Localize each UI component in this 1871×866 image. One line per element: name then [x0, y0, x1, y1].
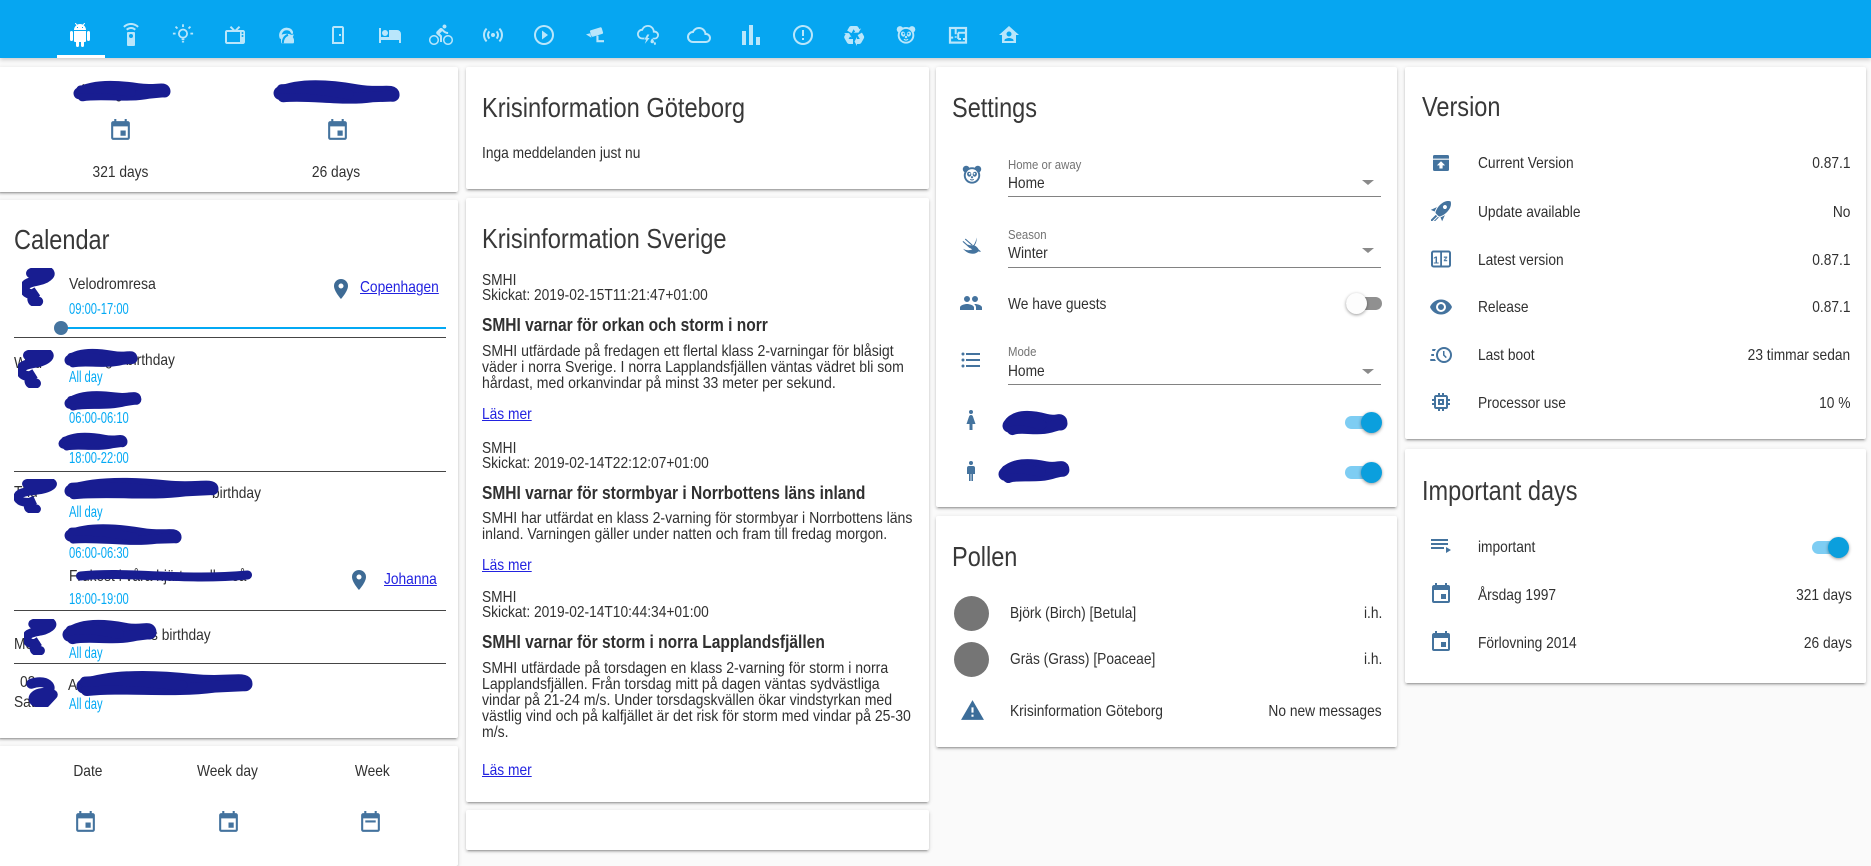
- svg-text:1: 1: [1433, 255, 1439, 267]
